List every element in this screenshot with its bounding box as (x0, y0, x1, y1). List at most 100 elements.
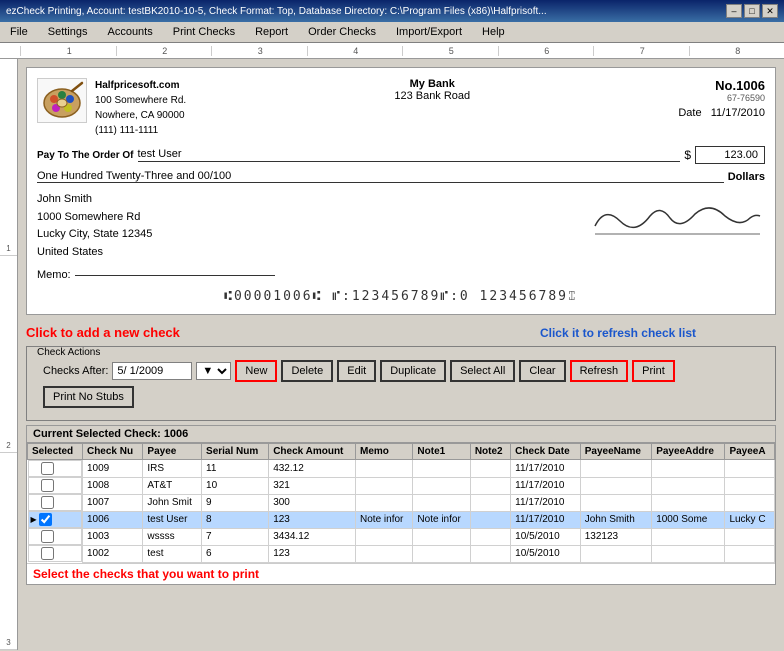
refresh-button[interactable]: Refresh (570, 360, 629, 382)
title-bar: ezCheck Printing, Account: testBK2010-10… (0, 0, 784, 22)
table-cell: 1008 (82, 477, 142, 494)
col-payee-name: PayeeName (580, 444, 651, 460)
table-cell: Note infor (356, 511, 413, 528)
row-checkbox[interactable] (41, 547, 54, 560)
table-cell (652, 494, 725, 511)
table-cell: 11/17/2010 (511, 511, 581, 528)
row-checkbox[interactable] (41, 479, 54, 492)
table-cell (580, 460, 651, 478)
table-cell: IRS (143, 460, 202, 478)
company-address1: 100 Somewhere Rd. (95, 93, 186, 108)
menu-help[interactable]: Help (476, 24, 511, 40)
menu-file[interactable]: File (4, 24, 34, 40)
menu-bar: File Settings Accounts Print Checks Repo… (0, 22, 784, 43)
table-cell (413, 528, 470, 545)
table-cell (356, 477, 413, 494)
memo-label: Memo: (37, 269, 71, 281)
menu-report[interactable]: Report (249, 24, 294, 40)
selected-cell[interactable] (28, 545, 82, 562)
check-logo-area: Halfpricesoft.com 100 Somewhere Rd. Nowh… (37, 78, 186, 138)
selected-cell[interactable] (28, 528, 82, 545)
selected-cell[interactable] (28, 477, 82, 494)
table-cell (652, 528, 725, 545)
table-cell (580, 545, 651, 562)
row-checkbox[interactable] (41, 496, 54, 509)
ruler-vmark-2: 2 (0, 256, 17, 453)
table-cell (470, 545, 510, 562)
table-cell (652, 460, 725, 478)
check-bank-info: My Bank 123 Bank Road (394, 78, 470, 138)
close-button[interactable]: ✕ (762, 4, 778, 18)
col-selected: Selected (28, 444, 83, 460)
company-phone: (111) 111-1111 (95, 123, 186, 138)
maximize-button[interactable]: □ (744, 4, 760, 18)
new-button[interactable]: New (235, 360, 277, 382)
check-date: 11/17/2010 (711, 107, 765, 119)
table-scroll[interactable]: Selected Check Nu Payee Serial Num Check… (27, 443, 775, 563)
check-company-info: Halfpricesoft.com 100 Somewhere Rd. Nowh… (95, 78, 186, 138)
row-checkbox[interactable] (41, 462, 54, 475)
table-cell: 300 (269, 494, 356, 511)
table-head: Selected Check Nu Payee Serial Num Check… (28, 444, 775, 460)
table-cell: 3434.12 (269, 528, 356, 545)
menu-print-checks[interactable]: Print Checks (167, 24, 241, 40)
check-logo (37, 78, 87, 123)
payee-label: Pay To The Order Of (37, 149, 134, 162)
table-cell: 1002 (82, 545, 142, 562)
date-dropdown[interactable]: ▼ (196, 362, 231, 380)
vertical-ruler: 1 2 3 (0, 59, 18, 650)
table-header-row: Current Selected Check: 1006 (27, 426, 775, 443)
menu-order-checks[interactable]: Order Checks (302, 24, 382, 40)
company-name: Halfpricesoft.com (95, 78, 186, 93)
title-text: ezCheck Printing, Account: testBK2010-10… (6, 6, 547, 17)
row-checkbox[interactable] (39, 513, 52, 526)
table-cell: 1007 (82, 494, 142, 511)
add-check-annotation: Click to add a new check (26, 325, 180, 340)
col-payee: Payee (143, 444, 202, 460)
address-line2: Lucky City, State 12345 (37, 226, 152, 244)
selected-cell[interactable] (28, 494, 82, 511)
table-row: ▶1006test User8123Note inforNote infor11… (28, 511, 775, 528)
table-cell (725, 528, 775, 545)
table-cell (356, 528, 413, 545)
check-address: John Smith 1000 Somewhere Rd Lucky City,… (37, 191, 152, 261)
selected-check-label: Current Selected Check: 1006 (33, 428, 188, 440)
table-cell (413, 460, 470, 478)
table-cell: 432.12 (269, 460, 356, 478)
select-all-button[interactable]: Select All (450, 360, 515, 382)
delete-button[interactable]: Delete (281, 360, 333, 382)
date-input[interactable] (112, 362, 192, 380)
address-line3: United States (37, 244, 152, 262)
annotation-row: Click to add a new check Click it to ref… (26, 321, 776, 344)
table-cell: 8 (202, 511, 269, 528)
edit-button[interactable]: Edit (337, 360, 376, 382)
amount-words-line: One Hundred Twenty-Three and 00/100 Doll… (37, 170, 765, 183)
table-cell (725, 545, 775, 562)
menu-import-export[interactable]: Import/Export (390, 24, 468, 40)
check-header: Halfpricesoft.com 100 Somewhere Rd. Nowh… (37, 78, 765, 138)
table-cell (413, 494, 470, 511)
check-number-area: No.1006 67-76590 Date 11/17/2010 (678, 78, 765, 138)
ruler-mark-1: 1 (20, 46, 116, 56)
col-serial: Serial Num (202, 444, 269, 460)
selected-cell[interactable] (28, 460, 82, 477)
table-cell: wssss (143, 528, 202, 545)
minimize-button[interactable]: – (726, 4, 742, 18)
ruler-mark-4: 4 (307, 46, 403, 56)
selected-cell[interactable]: ▶ (28, 511, 82, 528)
print-no-stubs-button[interactable]: Print No Stubs (43, 386, 134, 408)
print-button[interactable]: Print (632, 360, 675, 382)
menu-settings[interactable]: Settings (42, 24, 94, 40)
table-cell (356, 460, 413, 478)
table-cell: AT&T (143, 477, 202, 494)
check-micr: ⑆00001006⑆ ⑈:123456789⑈:0 123456789⑄ (37, 289, 765, 304)
menu-accounts[interactable]: Accounts (101, 24, 158, 40)
clear-button[interactable]: Clear (519, 360, 565, 382)
check-routing: 67-76590 (678, 93, 765, 103)
table-cell: 7 (202, 528, 269, 545)
table-header-columns: Selected Check Nu Payee Serial Num Check… (28, 444, 775, 460)
table-cell: Lucky C (725, 511, 775, 528)
refresh-annotation: Click it to refresh check list (540, 326, 696, 340)
duplicate-button[interactable]: Duplicate (380, 360, 446, 382)
row-checkbox[interactable] (41, 530, 54, 543)
